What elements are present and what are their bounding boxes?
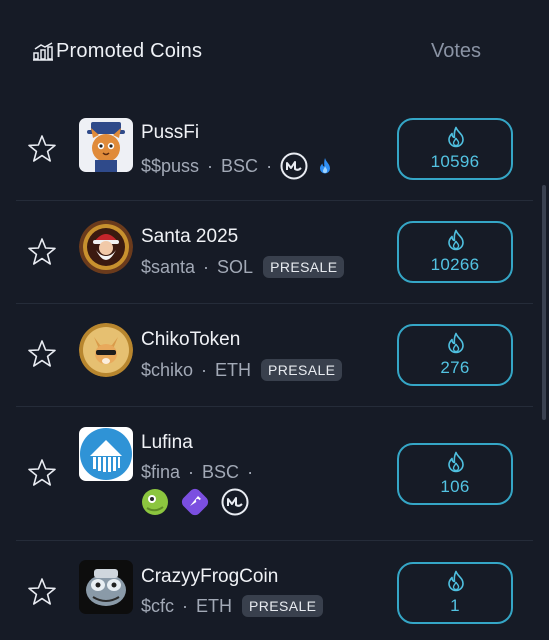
coin-chain: BSC xyxy=(202,462,240,482)
coingecko-icon[interactable] xyxy=(141,488,169,516)
coinmarketcap-icon[interactable] xyxy=(221,488,249,516)
vote-button[interactable]: 106 xyxy=(397,443,513,505)
separator: · xyxy=(188,462,195,482)
list-item[interactable]: CrazyyFrogCoin $cfc · ETH PRESALE 1 xyxy=(0,541,549,640)
coin-chain: BSC xyxy=(221,155,259,176)
coin-name: PussFi xyxy=(141,122,200,143)
coin-ticker: $$puss xyxy=(141,155,200,176)
purple-rocket-icon[interactable] xyxy=(181,488,209,516)
coin-ticker: $fina xyxy=(141,462,181,482)
vote-count: 10596 xyxy=(430,152,480,171)
coin-ticker: $cfc xyxy=(141,595,175,616)
coin-ticker: $chiko xyxy=(141,359,194,380)
vote-count: 10266 xyxy=(430,255,480,274)
separator: · xyxy=(207,155,214,176)
coin-logo xyxy=(79,220,133,274)
separator: · xyxy=(203,256,210,277)
star-outline-icon[interactable] xyxy=(27,339,57,369)
presale-badge: PRESALE xyxy=(242,595,324,617)
vote-button[interactable]: 276 xyxy=(397,324,513,386)
bar-chart-icon xyxy=(33,42,53,61)
coinmarketcap-icon[interactable] xyxy=(280,152,308,180)
presale-badge: PRESALE xyxy=(263,256,345,278)
flame-icon xyxy=(448,451,464,473)
coin-ticker: $santa xyxy=(141,256,196,277)
coin-meta: $cfc · ETH PRESALE xyxy=(141,595,324,617)
vote-count: 106 xyxy=(440,477,470,496)
vote-button[interactable]: 10266 xyxy=(397,221,513,283)
coin-logo xyxy=(79,427,133,481)
coin-name: CrazyyFrogCoin xyxy=(141,566,279,587)
coin-meta: $chiko · ETH PRESALE xyxy=(141,359,343,381)
flame-icon xyxy=(448,126,464,148)
page-title: Promoted Coins xyxy=(56,40,203,62)
presale-badge: PRESALE xyxy=(261,359,343,381)
list-item[interactable]: ChikoToken $chiko · ETH PRESALE 276 xyxy=(0,304,549,406)
star-outline-icon[interactable] xyxy=(27,458,57,488)
vote-count: 1 xyxy=(450,596,460,615)
coin-links xyxy=(141,488,261,516)
fire-icon xyxy=(320,158,331,174)
coin-logo xyxy=(79,118,133,172)
coin-name: Santa 2025 xyxy=(141,226,239,247)
separator: · xyxy=(201,359,208,380)
coin-logo xyxy=(79,560,133,614)
coin-meta: $santa · SOL PRESALE xyxy=(141,256,345,278)
coin-logo xyxy=(79,323,133,377)
coin-chain: ETH xyxy=(196,595,233,616)
coin-meta: $$puss · BSC · xyxy=(141,152,332,180)
separator: · xyxy=(182,595,189,616)
flame-icon xyxy=(448,570,464,592)
coin-chain: ETH xyxy=(215,359,252,380)
flame-icon xyxy=(448,229,464,251)
coin-name: Lufina xyxy=(141,432,193,453)
coin-meta: $fina · BSC · xyxy=(141,462,261,483)
star-outline-icon[interactable] xyxy=(27,577,57,607)
coin-name: ChikoToken xyxy=(141,329,241,350)
votes-column-header: Votes xyxy=(430,40,481,62)
flame-icon xyxy=(448,332,464,354)
vote-button[interactable]: 1 xyxy=(397,562,513,624)
star-outline-icon[interactable] xyxy=(27,237,57,267)
vote-button[interactable]: 10596 xyxy=(397,118,513,180)
list-item[interactable]: Santa 2025 $santa · SOL PRESALE 10266 xyxy=(0,201,549,303)
separator: · xyxy=(266,155,273,176)
list-header: Promoted Coins Votes xyxy=(0,0,549,100)
list-item[interactable]: PussFi $$puss · BSC · 10596 xyxy=(0,100,549,200)
list-item[interactable]: Lufina $fina · BSC · 106 xyxy=(0,407,549,540)
vote-count: 276 xyxy=(440,358,470,377)
star-outline-icon[interactable] xyxy=(27,134,57,164)
separator: · xyxy=(247,462,254,482)
coin-chain: SOL xyxy=(217,256,254,277)
